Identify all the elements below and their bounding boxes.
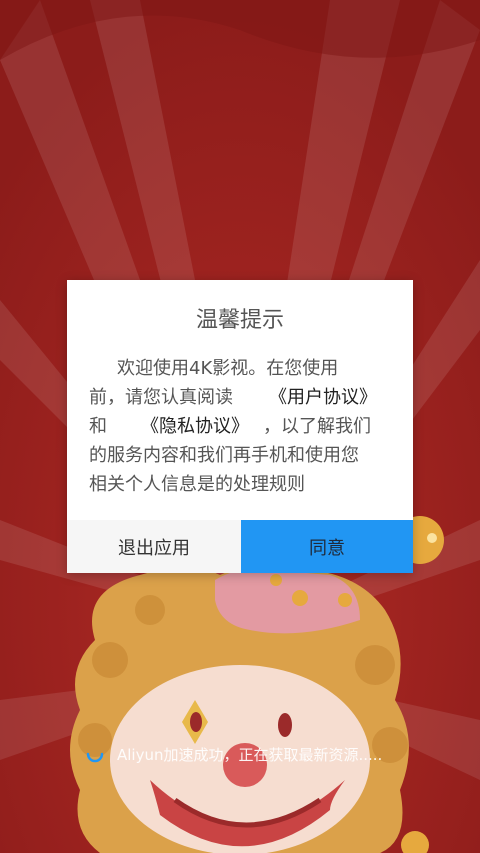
dialog-message: 欢迎使用4K影视。在您使用 前，请您认真阅读 《用户协议》 和 《隐私协议》 ，以了解… xyxy=(89,354,395,499)
message-line-3: 和 《隐私协议》 ，以了解我们 xyxy=(89,412,395,441)
exit-app-button[interactable]: 退出应用 xyxy=(67,520,241,573)
agree-button[interactable]: 同意 xyxy=(241,520,413,573)
message-text: 和 xyxy=(89,416,107,437)
message-line-2: 前，请您认真阅读 《用户协议》 xyxy=(89,383,395,412)
spinner-icon xyxy=(86,752,104,763)
dialog-title: 温馨提示 xyxy=(195,308,284,333)
message-text: 前，请您认真阅读 xyxy=(89,387,233,408)
app-screen: 温馨提示 欢迎使用4K影视。在您使用 前，请您认真阅读 《用户协议》 和 《隐私协议… xyxy=(0,0,480,853)
dialog-button-row: 退出应用 同意 xyxy=(67,520,413,573)
message-text: 相关个人信息是的处理规则 xyxy=(89,474,305,495)
privacy-policy-link[interactable]: 《隐私协议》 xyxy=(141,416,249,437)
privacy-prompt-dialog: 温馨提示 欢迎使用4K影视。在您使用 前，请您认真阅读 《用户协议》 和 《隐私协议… xyxy=(67,280,413,573)
user-agreement-link[interactable]: 《用户协议》 xyxy=(269,387,377,408)
message-text: 欢迎使用4K影视。在您使用 xyxy=(117,358,339,379)
loading-text: Aliyun加速成功，正在获取最新资源..... xyxy=(117,745,383,764)
message-text: 的服务内容和我们再手机和使用您 xyxy=(89,445,359,466)
message-line-1: 欢迎使用4K影视。在您使用 xyxy=(89,354,395,383)
message-line-5: 相关个人信息是的处理规则 xyxy=(89,470,395,499)
loading-status: Aliyun加速成功，正在获取最新资源..... xyxy=(86,742,382,766)
message-line-4: 的服务内容和我们再手机和使用您 xyxy=(89,441,395,470)
message-text: ，以了解我们 xyxy=(263,416,371,437)
